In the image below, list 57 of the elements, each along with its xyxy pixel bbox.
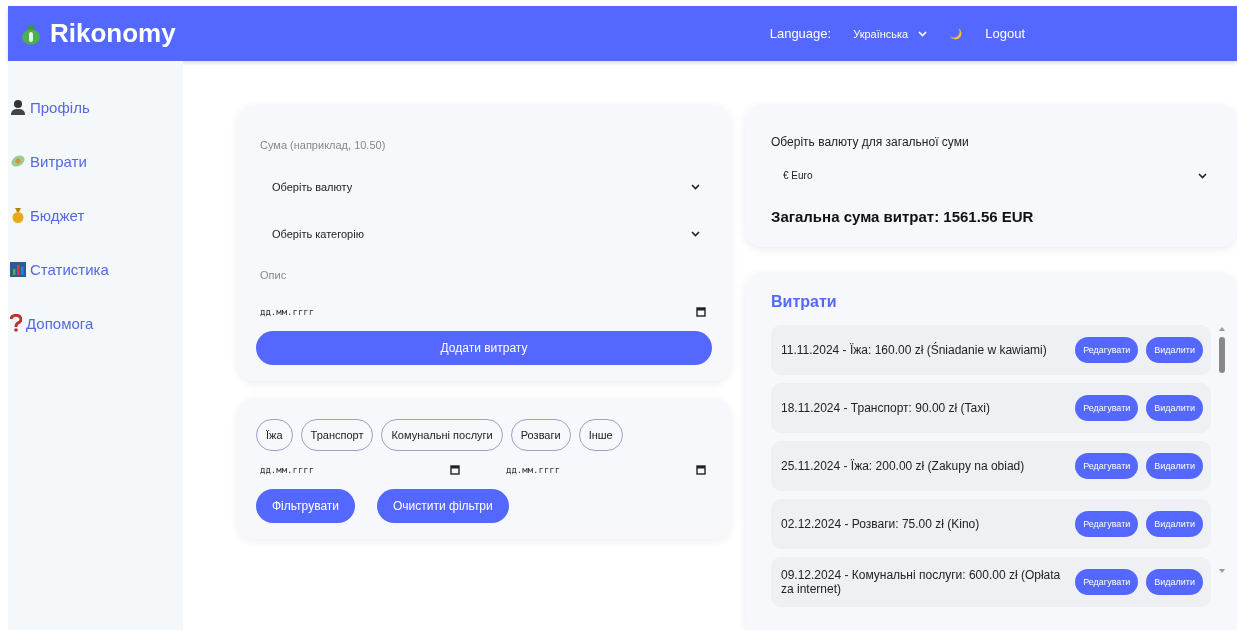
chevron-icon: [691, 231, 700, 237]
sidebar-item[interactable]: Бюджет: [10, 205, 183, 225]
delete-button[interactable]: Видалити: [1146, 569, 1203, 595]
amount-field[interactable]: Сума (наприклад, 10.50): [256, 127, 712, 163]
app-logo: Rikonomy: [50, 18, 176, 49]
clear-filters-button[interactable]: Очистити фільтри: [377, 489, 509, 523]
chevron-icon: [691, 184, 700, 190]
date-from-field[interactable]: дд.мм.гггг: [256, 451, 466, 489]
category-chip[interactable]: Розваги: [510, 419, 571, 451]
category-chip[interactable]: Комунальні послуги: [381, 419, 503, 451]
description-field[interactable]: Опис: [256, 257, 712, 293]
delete-button[interactable]: Видалити: [1146, 511, 1203, 537]
person-icon: [10, 99, 26, 115]
question-icon: [10, 314, 22, 332]
sidebar-item[interactable]: Статистика: [10, 259, 183, 279]
edit-button[interactable]: Редагувати: [1075, 337, 1139, 363]
edit-button[interactable]: Редагувати: [1075, 395, 1139, 421]
calendar-icon: [696, 465, 706, 475]
sidebar-item[interactable]: Витрати: [10, 151, 183, 171]
edit-button[interactable]: Редагувати: [1075, 569, 1139, 595]
sidebar-item[interactable]: Профіль: [10, 97, 183, 117]
total-currency-select[interactable]: € Euro: [771, 157, 1219, 194]
add-expense-button[interactable]: Додати витрату: [256, 331, 712, 365]
bar-chart-icon: [10, 261, 26, 277]
logout-link[interactable]: Logout: [985, 26, 1025, 41]
money-bag-icon: [10, 207, 26, 223]
category-chip[interactable]: Транспорт: [300, 419, 374, 451]
language-select[interactable]: Українська: [853, 27, 928, 40]
total-currency-label: Оберіть валюту для загальної суми: [771, 135, 970, 149]
moon-icon[interactable]: [949, 26, 964, 41]
category-chip[interactable]: Їжа: [256, 419, 293, 451]
expense-text: 18.11.2024 - Транспорт: 90.00 zł (Taxi): [781, 400, 991, 416]
chevron-icon: [1198, 172, 1207, 179]
language-label: Language:: [769, 26, 832, 41]
calendar-icon: [450, 465, 460, 475]
expense-text: 25.11.2024 - Їжа: 200.00 zł (Zakupy na obiad): [781, 458, 1026, 474]
total-sum: Загальна сума витрат: 1561.56 EUR: [771, 208, 1035, 225]
expense-text: 02.12.2024 - Розваги: 75.00 zł (Kino): [781, 516, 981, 532]
delete-button[interactable]: Видалити: [1146, 337, 1203, 363]
edit-button[interactable]: Редагувати: [1075, 453, 1139, 479]
expense-text: 11.11.2024 - Їжа: 160.00 zł (Śniadanie w kawiami): [781, 342, 1048, 358]
category-chip[interactable]: Інше: [578, 419, 623, 451]
delete-button[interactable]: Видалити: [1146, 453, 1203, 479]
money-bag-logo-icon: [20, 22, 42, 45]
edit-button[interactable]: Редагувати: [1075, 511, 1139, 537]
category-select[interactable]: Оберіть категорію: [256, 210, 712, 257]
chevron-icon: [918, 30, 928, 37]
date-to-field[interactable]: дд.мм.гггг: [502, 451, 712, 489]
expense-text: 09.12.2024 - Комунальні послуги: 600.00 zł (Opłata za internet): [781, 567, 1062, 597]
filter-button[interactable]: Фільтрувати: [256, 489, 355, 523]
sidebar-item[interactable]: Допомога: [10, 313, 183, 333]
scrollbar[interactable]: [1217, 325, 1227, 575]
delete-button[interactable]: Видалити: [1146, 395, 1203, 421]
expenses-title: Витрати: [771, 293, 838, 311]
currency-select[interactable]: Оберіть валюту: [256, 163, 712, 210]
calendar-icon: [696, 307, 706, 317]
date-field[interactable]: дд.мм.гггг: [256, 293, 712, 331]
